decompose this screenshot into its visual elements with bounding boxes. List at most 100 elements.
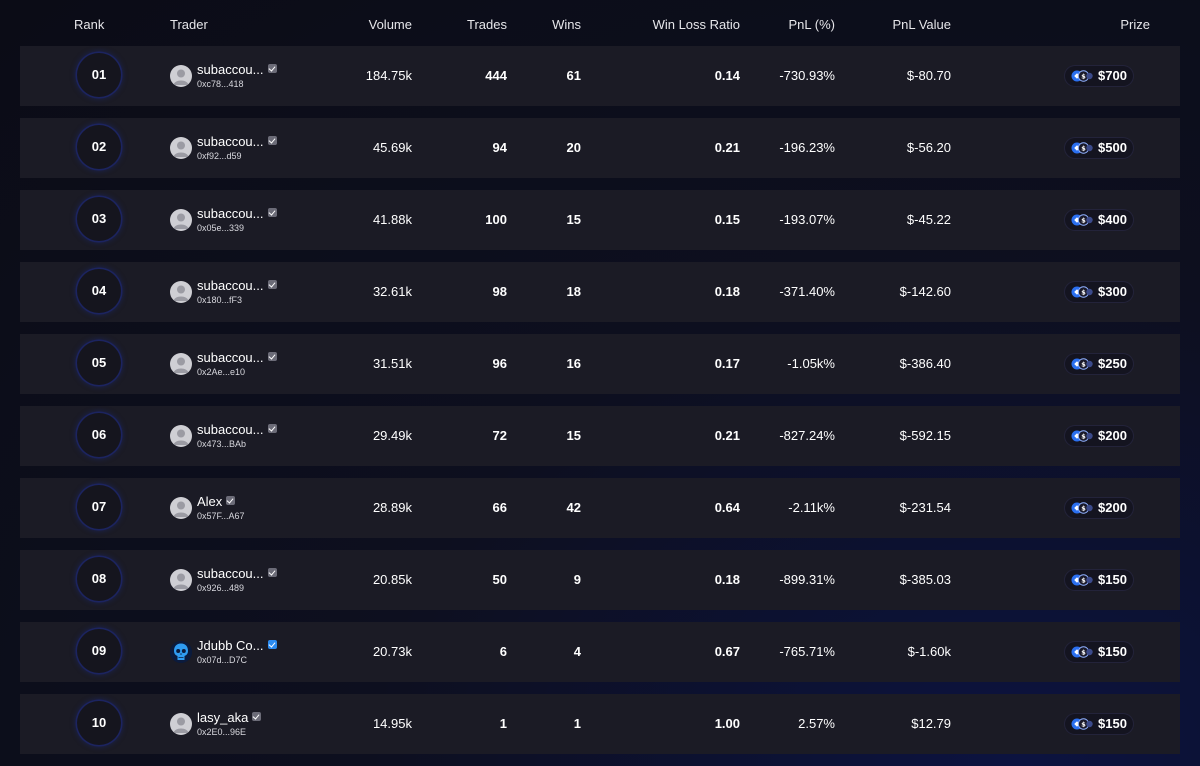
pnl-value-cell: $12.79 (911, 716, 951, 731)
trader-name[interactable]: subaccou... (197, 278, 264, 293)
wins-cell: 16 (566, 356, 581, 371)
user-avatar-icon (170, 713, 192, 735)
header-rank[interactable]: Rank (74, 17, 104, 32)
table-row[interactable]: 08 subaccou... 0x926...489 20.85k 50 9 0… (20, 550, 1180, 610)
prize-badge: $ $300 (1065, 282, 1133, 302)
prize-amount: $150 (1098, 716, 1127, 731)
trader-name[interactable]: Jdubb Co... (197, 638, 264, 653)
header-pnl-pct[interactable]: PnL (%) (789, 17, 835, 32)
volume-cell: 20.73k (372, 644, 412, 659)
pnl-value-cell: $-386.40 (899, 356, 951, 371)
table-body: 01 subaccou... 0xc78...418 184.75k 444 6… (20, 46, 1180, 754)
trader-address[interactable]: 0x07d...D7C (197, 655, 247, 666)
table-row[interactable]: 07 Alex 0x57F...A67 28.89k 66 42 0.64 -2… (20, 478, 1180, 538)
trader-name[interactable]: subaccou... (197, 206, 264, 221)
pnl-pct-cell: -193.07% (779, 212, 835, 227)
prize-token-icon: $ (1071, 430, 1093, 442)
pnl-value-cell: $-45.22 (906, 212, 951, 227)
wins-cell: 15 (566, 428, 581, 443)
trader-address[interactable]: 0x2Ae...e10 (197, 367, 245, 378)
trader-name[interactable]: subaccou... (197, 566, 264, 581)
prize-amount: $400 (1098, 212, 1127, 227)
user-avatar-icon (170, 353, 192, 375)
verified-badge-icon (252, 712, 262, 721)
table-row[interactable]: 06 subaccou... 0x473...BAb 29.49k 72 15 … (20, 406, 1180, 466)
trader-address[interactable]: 0x926...489 (197, 583, 244, 594)
trader-name[interactable]: subaccou... (197, 350, 264, 365)
header-wins[interactable]: Wins (552, 17, 581, 32)
trades-cell: 72 (492, 428, 507, 443)
trader-address[interactable]: 0x05e...339 (197, 223, 244, 234)
prize-token-icon: $ (1071, 574, 1093, 586)
trades-cell: 444 (485, 68, 507, 83)
table-row[interactable]: 01 subaccou... 0xc78...418 184.75k 444 6… (20, 46, 1180, 106)
trader-address[interactable]: 0xc78...418 (197, 79, 244, 90)
rank-badge: 03 (77, 197, 121, 241)
trader-name[interactable]: subaccou... (197, 62, 264, 77)
table-row[interactable]: 03 subaccou... 0x05e...339 41.88k 100 15… (20, 190, 1180, 250)
svg-text:$: $ (1081, 504, 1086, 512)
prize-amount: $700 (1098, 68, 1127, 83)
trader-address[interactable]: 0x180...fF3 (197, 295, 242, 306)
rank-badge: 01 (77, 53, 121, 97)
trader-address[interactable]: 0x473...BAb (197, 439, 246, 450)
trader-name[interactable]: lasy_aka (197, 710, 248, 725)
pnl-value-cell: $-592.15 (899, 428, 951, 443)
header-trades[interactable]: Trades (467, 17, 507, 32)
pnl-value-cell: $-56.20 (906, 140, 951, 155)
prize-badge: $ $150 (1065, 642, 1133, 662)
pnl-value-cell: $-1.60k (907, 644, 951, 659)
trades-cell: 66 (492, 500, 507, 515)
header-win-loss-ratio[interactable]: Win Loss Ratio (653, 17, 740, 32)
svg-text:$: $ (1081, 144, 1086, 152)
prize-badge: $ $200 (1065, 498, 1133, 518)
verified-badge-icon (267, 280, 277, 289)
trades-cell: 50 (492, 572, 507, 587)
svg-text:$: $ (1081, 72, 1086, 80)
volume-cell: 28.89k (372, 500, 412, 515)
table-row[interactable]: 05 subaccou... 0x2Ae...e10 31.51k 96 16 … (20, 334, 1180, 394)
wins-cell: 1 (573, 716, 581, 731)
win-loss-ratio-cell: 1.00 (714, 716, 740, 731)
pnl-pct-cell: -371.40% (779, 284, 835, 299)
table-row[interactable]: 04 subaccou... 0x180...fF3 32.61k 98 18 … (20, 262, 1180, 322)
table-row[interactable]: 09 Jdubb Co... 0x07d...D7C 20.73k 6 4 0.… (20, 622, 1180, 682)
header-trader[interactable]: Trader (170, 17, 208, 32)
pnl-value-cell: $-231.54 (899, 500, 951, 515)
rank-badge: 08 (77, 557, 121, 601)
pnl-value-cell: $-80.70 (906, 68, 951, 83)
wins-cell: 20 (566, 140, 581, 155)
rank-badge: 05 (77, 341, 121, 385)
trades-cell: 96 (492, 356, 507, 371)
win-loss-ratio-cell: 0.21 (714, 140, 740, 155)
prize-badge: $ $250 (1065, 354, 1133, 374)
prize-token-icon: $ (1071, 70, 1093, 82)
wins-cell: 18 (566, 284, 581, 299)
prize-token-icon: $ (1071, 142, 1093, 154)
prize-amount: $300 (1098, 284, 1127, 299)
pnl-pct-cell: -1.05k% (787, 356, 835, 371)
table-row[interactable]: 10 lasy_aka 0x2E0...96E 14.95k 1 1 1.00 … (20, 694, 1180, 754)
prize-amount: $200 (1098, 500, 1127, 515)
pnl-pct-cell: -899.31% (779, 572, 835, 587)
prize-amount: $500 (1098, 140, 1127, 155)
svg-text:$: $ (1081, 360, 1086, 368)
win-loss-ratio-cell: 0.67 (714, 644, 740, 659)
trader-address[interactable]: 0xf92...d59 (197, 151, 242, 162)
wins-cell: 9 (573, 572, 581, 587)
win-loss-ratio-cell: 0.17 (714, 356, 740, 371)
verified-badge-icon (267, 568, 277, 577)
trades-cell: 98 (492, 284, 507, 299)
header-prize[interactable]: Prize (1120, 17, 1150, 32)
trader-address[interactable]: 0x2E0...96E (197, 727, 246, 738)
trader-name[interactable]: subaccou... (197, 134, 264, 149)
user-avatar-icon (170, 209, 192, 231)
table-row[interactable]: 02 subaccou... 0xf92...d59 45.69k 94 20 … (20, 118, 1180, 178)
trader-name[interactable]: Alex (197, 494, 222, 509)
header-volume[interactable]: Volume (369, 17, 412, 32)
prize-badge: $ $150 (1065, 570, 1133, 590)
trader-name[interactable]: subaccou... (197, 422, 264, 437)
header-pnl-value[interactable]: PnL Value (892, 17, 951, 32)
wins-cell: 4 (573, 644, 581, 659)
trader-address[interactable]: 0x57F...A67 (197, 511, 245, 522)
